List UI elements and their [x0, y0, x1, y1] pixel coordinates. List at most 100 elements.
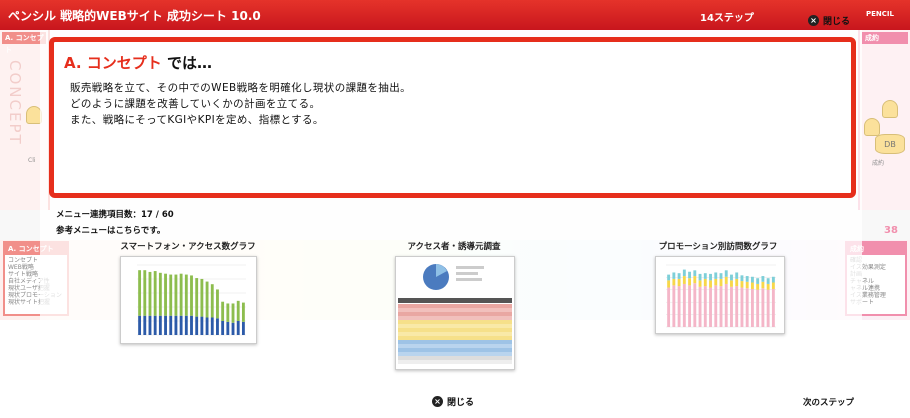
chart-bar-segment: [184, 274, 188, 316]
promotion-visits-chart-svg: [666, 264, 776, 328]
chart-bar-segment: [771, 282, 775, 289]
chart-bar-segment: [766, 283, 770, 290]
chart-bar-segment: [195, 316, 199, 335]
thumb-title: スマートフォン・アクセス数グラフ: [120, 242, 256, 252]
chart-bar-segment: [682, 283, 686, 327]
chart-bar-segment: [667, 274, 671, 281]
chart-bar-segment: [724, 283, 728, 327]
chart-bar-segment: [174, 274, 178, 316]
chart-bar-segment: [231, 303, 235, 323]
chart-bar-segment: [756, 289, 760, 327]
chart-bar-segment: [745, 281, 749, 289]
chart-bar-segment: [693, 283, 697, 327]
chart-bar-segment: [750, 288, 754, 327]
brand-logo: PENCIL: [866, 10, 894, 18]
chart-bar-segment: [688, 271, 692, 279]
chart-bar-segment: [709, 287, 712, 327]
promotion-visits-thumb[interactable]: プロモーション別訪問数グラフ: [648, 240, 788, 252]
chart-bar-segment: [714, 278, 718, 286]
chart-bar-segment: [761, 276, 765, 282]
chart-bar-segment: [719, 278, 723, 287]
chart-bar-segment: [158, 315, 162, 335]
close-icon: ×: [808, 15, 819, 26]
chart-bar-segment: [143, 315, 147, 335]
close-button-bottom[interactable]: × 閉じる: [432, 395, 474, 408]
chart-bar-segment: [216, 289, 219, 319]
chart-bar-segment: [677, 278, 681, 287]
concept-heading-rest: では…: [161, 54, 213, 72]
app-title: ペンシル 戦略的WEBサイト 成功シート 10.0: [8, 9, 261, 23]
chart-bar-segment: [672, 285, 676, 327]
chart-bar-segment: [236, 300, 240, 321]
chart-bar-segment: [221, 320, 225, 335]
chart-bar-segment: [766, 278, 770, 284]
chart-bar-segment: [677, 273, 681, 279]
concept-heading-accent: A. コンセプト: [64, 54, 162, 72]
chart-bar-segment: [210, 317, 214, 335]
chart-bar-segment: [195, 278, 199, 317]
chart-bar-segment: [190, 315, 193, 335]
chart-bar-segment: [698, 280, 702, 287]
chart-bar-segment: [169, 315, 173, 335]
chart-bar-segment: [226, 321, 230, 335]
chart-bar-segment: [714, 285, 718, 327]
chart-bar-segment: [164, 315, 167, 335]
chart-bar-segment: [153, 315, 157, 335]
chart-bar-segment: [672, 278, 676, 286]
concept-body-line: 販売戦略を立て、その中でのWEB戦略を明確化し現状の課題を抽出。: [70, 82, 411, 94]
chart-bar-segment: [153, 271, 157, 316]
chart-bar-segment: [719, 286, 723, 327]
chart-bar-segment: [730, 286, 733, 327]
app-steps: 14ステップ: [700, 13, 754, 24]
chart-bar-segment: [231, 322, 235, 335]
chart-bar-segment: [740, 281, 744, 288]
chart-bar-segment: [693, 270, 697, 277]
chart-bar-segment: [756, 283, 760, 290]
chart-bar-segment: [143, 270, 147, 316]
chart-bar-segment: [667, 287, 671, 327]
concept-body: 販売戦略を立て、その中でのWEB戦略を明確化し現状の課題を抽出。 どのように課題…: [70, 80, 411, 128]
chart-bar-segment: [698, 273, 702, 281]
chart-bar-segment: [184, 315, 188, 335]
overlay-left: [0, 30, 40, 418]
chart-bar-segment: [714, 272, 718, 279]
smartphone-access-thumb[interactable]: スマートフォン・アクセス数グラフ: [118, 240, 258, 252]
chart-bar-segment: [210, 284, 214, 318]
chart-bar-segment: [735, 278, 739, 287]
chart-bar-segment: [148, 271, 152, 316]
chart-bar-segment: [205, 317, 209, 335]
chart-bar-segment: [138, 315, 142, 335]
visitor-referral-thumb[interactable]: アクセス者・誘導元調査: [390, 240, 518, 252]
smartphone-access-chart-svg: [137, 264, 246, 336]
menu-link-count: メニュー連携項目数：17 / 60: [56, 210, 174, 220]
chart-bar-segment: [745, 288, 749, 327]
chart-bar-segment: [740, 287, 744, 327]
chart-bar-segment: [703, 273, 707, 279]
chart-bar-segment: [200, 278, 204, 317]
chart-bar-segment: [724, 270, 728, 277]
chart-bar-segment: [174, 315, 178, 335]
chart-bar-segment: [667, 280, 671, 288]
thumb-title: アクセス者・誘導元調査: [407, 242, 501, 252]
chart-bar-segment: [724, 276, 728, 284]
chart-bar-segment: [756, 278, 760, 284]
close-icon: ×: [432, 396, 443, 407]
smartphone-access-chart[interactable]: [120, 256, 257, 344]
reference-menu-heading: 参考メニューはこちらです。: [56, 226, 166, 236]
close-button-top[interactable]: × 閉じる: [808, 14, 850, 27]
chart-bar-segment: [761, 281, 765, 289]
chart-bar-segment: [179, 315, 183, 335]
chart-bar-segment: [241, 302, 245, 322]
chart-bar-segment: [693, 276, 697, 284]
concept-body-line: また、戦略にそってKGIやKPIを定め、指標とする。: [70, 114, 324, 126]
next-step-button[interactable]: 次のステップ: [803, 396, 854, 408]
promotion-visits-chart[interactable]: [655, 256, 785, 334]
chart-bar-segment: [703, 278, 707, 287]
visitor-referral-table[interactable]: [395, 256, 515, 370]
chart-bar-segment: [750, 276, 754, 283]
chart-bar-segment: [190, 275, 193, 316]
chart-bar-segment: [179, 273, 183, 316]
chart-bar-segment: [709, 280, 712, 288]
chart-bar-segment: [709, 273, 712, 281]
chart-bar-segment: [719, 273, 723, 279]
